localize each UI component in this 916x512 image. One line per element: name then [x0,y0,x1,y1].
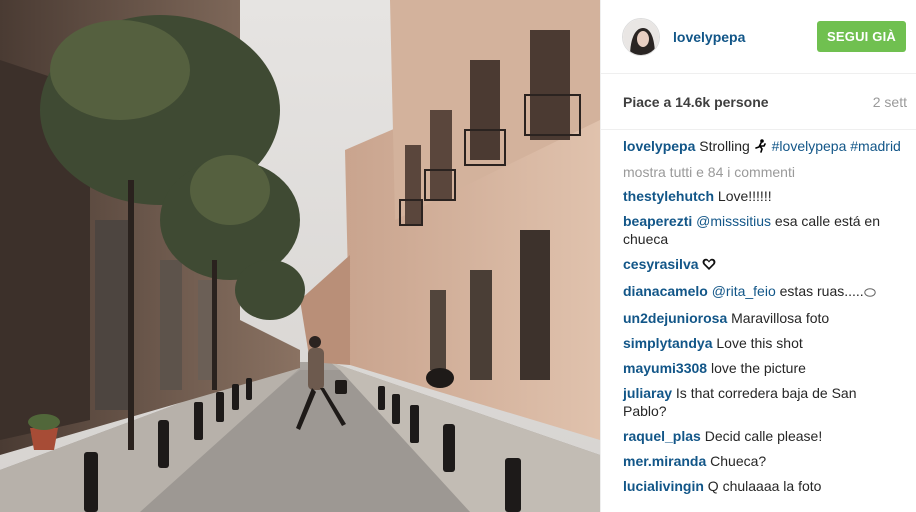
comment-item: raquel_plas Decid calle please! [623,427,902,445]
caption-username[interactable]: lovelypepa [623,138,695,154]
follow-button[interactable]: SEGUI GIÀ [817,21,906,52]
avatar-photo [623,18,659,55]
comment-text: love the picture [710,360,806,376]
comment-username[interactable]: mer.miranda [623,453,706,469]
comment-username[interactable]: cesyrasilva [623,256,699,272]
comment-text: estas ruas..... [779,283,864,299]
comment-username[interactable]: simplytandya [623,335,712,351]
show-all-comments-link[interactable]: mostra tutti e 84 i commenti [623,163,902,181]
post-caption: lovelypepa Strolling #lovelypepa #madrid [623,137,902,157]
heart-emoji-icon [702,257,716,275]
post-time[interactable]: 2 sett [873,94,907,110]
comments-list: lovelypepa Strolling #lovelypepa #madrid… [601,130,916,502]
comment-item: un2dejuniorosa Maravillosa foto [623,309,902,327]
comment-item: mer.miranda Chueca? [623,452,902,470]
comment-mention[interactable]: @misssitius [696,213,771,229]
likes-count[interactable]: Piace a 14.6k persone [623,94,769,110]
comment-text: Love!!!!!! [717,188,772,204]
comment-username[interactable]: dianacamelo [623,283,708,299]
comment-username[interactable]: juliaray [623,385,672,401]
comment-item: thestylehutch Love!!!!!! [623,187,902,205]
comment-item: cesyrasilva [623,255,902,275]
post-header: lovelypepa SEGUI GIÀ [601,0,916,74]
caption-text: Strolling [699,138,750,154]
comment-username[interactable]: mayumi3308 [623,360,707,376]
comment-username[interactable]: beaperezti [623,213,692,229]
comment-username[interactable]: un2dejuniorosa [623,310,727,326]
avatar[interactable] [622,17,660,56]
runner-emoji-icon [754,139,768,157]
comment-mention[interactable]: @rita_feio [712,283,776,299]
comment-username[interactable]: raquel_plas [623,428,701,444]
comment-item: mayumi3308 love the picture [623,359,902,377]
comment-username[interactable]: lucialivingin [623,478,704,494]
comment-username[interactable]: thestylehutch [623,188,714,204]
post-sidebar: lovelypepa SEGUI GIÀ Piace a 14.6k perso… [600,0,916,512]
post-stats: Piace a 14.6k persone 2 sett [601,74,916,130]
post-photo[interactable] [0,0,600,512]
comment-item: juliaray Is that corredera baja de San P… [623,384,902,420]
post-view: lovelypepa SEGUI GIÀ Piace a 14.6k perso… [0,0,916,512]
hashtag-link[interactable]: #madrid [850,138,901,154]
post-author-username[interactable]: lovelypepa [673,29,817,45]
comment-text: Chueca? [710,453,767,469]
comment-item: beaperezti @misssitius esa calle está en… [623,212,902,248]
comment-text: Q chulaaaa la foto [707,478,822,494]
comment-item: dianacamelo @rita_feio estas ruas..... [623,282,902,302]
street-photo [0,0,600,512]
speech-emoji-icon [863,284,876,302]
comment-text: Love this shot [716,335,803,351]
hashtag-link[interactable]: #lovelypepa [772,138,847,154]
comment-text: Maravillosa foto [731,310,830,326]
comment-item: simplytandya Love this shot [623,334,902,352]
comment-text: Decid calle please! [704,428,823,444]
comment-item: lucialivingin Q chulaaaa la foto [623,477,902,495]
